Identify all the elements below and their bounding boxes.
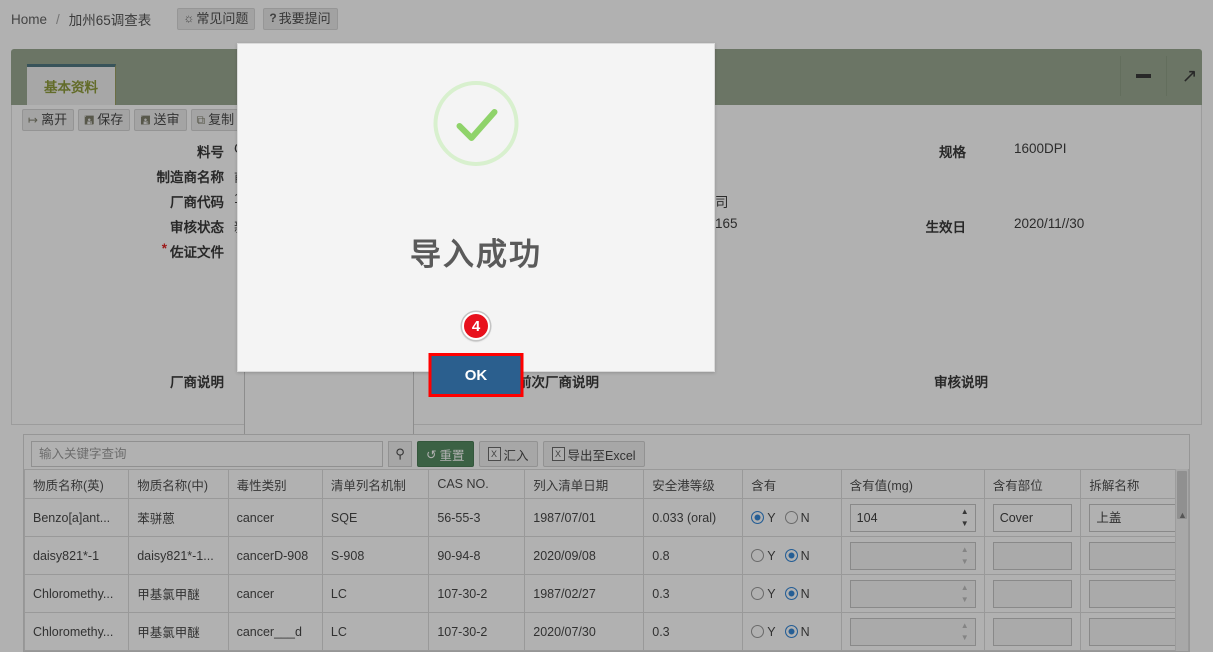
- success-check-icon: [433, 81, 519, 166]
- ok-button-highlight: OK: [428, 353, 524, 397]
- import-success-dialog: 导入成功 4 OK: [237, 43, 715, 397]
- dialog-title: 导入成功: [410, 237, 542, 272]
- ok-button-label: OK: [464, 366, 488, 384]
- screen: Home / 加州65调查表 ☼ 常见问题 ? 我要提问 基本资料 ↗ ↦ 离开…: [0, 0, 1213, 652]
- step-badge: 4: [462, 312, 490, 340]
- ok-button[interactable]: OK: [431, 356, 521, 394]
